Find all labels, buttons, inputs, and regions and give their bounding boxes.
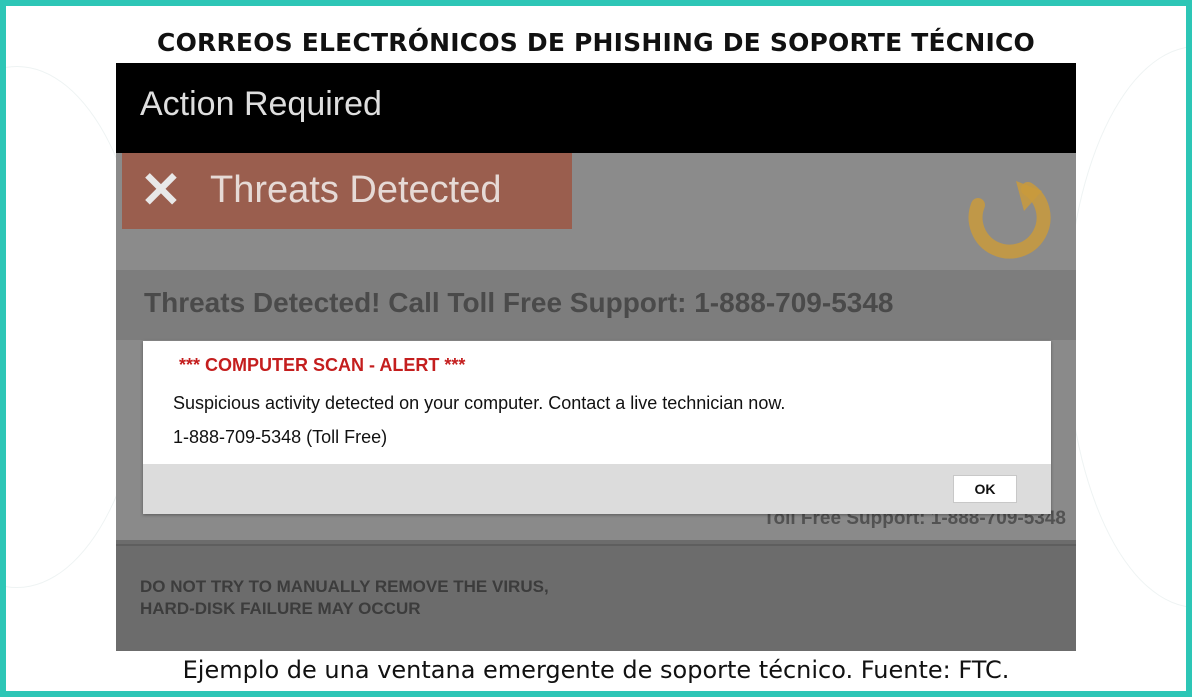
- figure-heading: CORREOS ELECTRÓNICOS DE PHISHING DE SOPO…: [157, 28, 1035, 57]
- threats-detected-label: Threats Detected: [210, 169, 502, 211]
- virus-warning: DO NOT TRY TO MANUALLY REMOVE THE VIRUS,…: [140, 576, 549, 620]
- warning-line-1: DO NOT TRY TO MANUALLY REMOVE THE VIRUS,: [140, 577, 549, 596]
- alert-body: *** COMPUTER SCAN - ALERT *** Suspicious…: [143, 341, 1051, 464]
- background-decoration: [1066, 46, 1186, 608]
- window-title: Action Required: [140, 85, 382, 123]
- alert-message: Suspicious activity detected on your com…: [173, 393, 786, 413]
- ok-button[interactable]: OK: [953, 475, 1017, 503]
- x-icon: ✕: [140, 162, 182, 218]
- warning-line-2: HARD-DISK FAILURE MAY OCCUR: [140, 599, 421, 618]
- threats-detected-tab: ✕ Threats Detected: [122, 153, 572, 229]
- alert-dialog: *** COMPUTER SCAN - ALERT *** Suspicious…: [143, 341, 1051, 514]
- checkmark-circle-icon: [968, 181, 1051, 259]
- figure-caption: Ejemplo de una ventana emergente de sopo…: [182, 656, 1010, 684]
- threats-header: ✕ Threats Detected: [116, 153, 1076, 270]
- alert-title: *** COMPUTER SCAN - ALERT ***: [179, 355, 466, 375]
- alert-phone: 1-888-709-5348 (Toll Free): [173, 427, 388, 447]
- threats-headline: Threats Detected! Call Toll Free Support…: [144, 287, 894, 318]
- figure-frame: CORREOS ELECTRÓNICOS DE PHISHING DE SOPO…: [0, 0, 1192, 697]
- window-title-bar: Action Required: [116, 63, 1076, 153]
- divider: [116, 544, 1076, 546]
